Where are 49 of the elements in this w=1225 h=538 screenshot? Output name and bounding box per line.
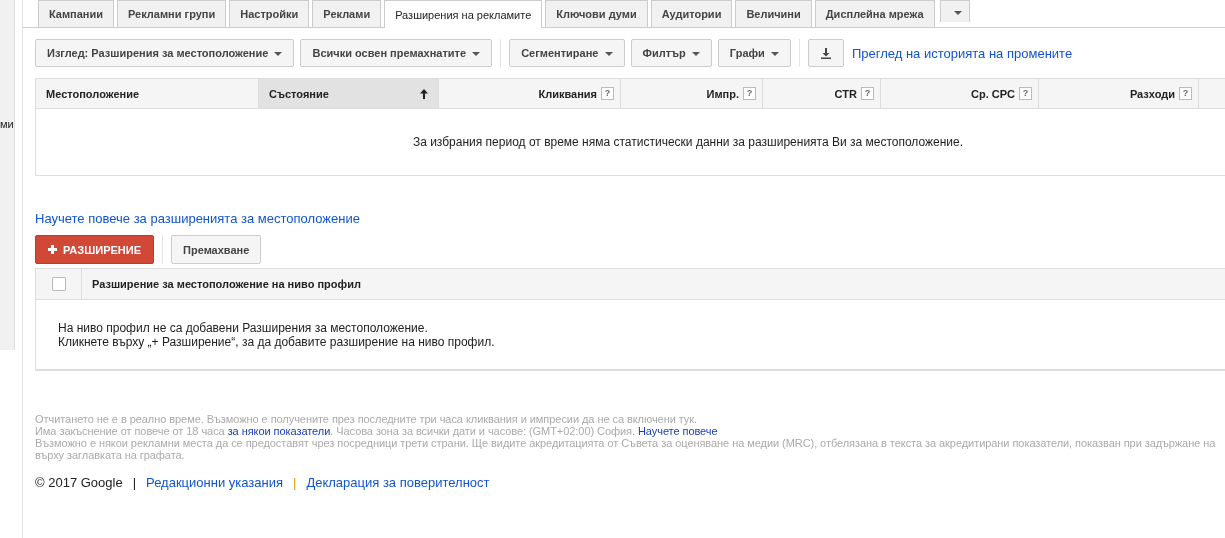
footer-link[interactable]: Декларация за поверителност (306, 475, 490, 490)
empty-message: Кликнете върху „+ Разширение“, за да добавите разширение на ниво профил. (58, 335, 496, 349)
column-header[interactable]: Разходи ? (1039, 79, 1199, 108)
tab[interactable]: Ключови думи (545, 0, 648, 27)
tab[interactable]: Настройки (229, 0, 310, 27)
separator-text: | (132, 475, 137, 490)
note-text: Има закъснение от повече от 18 часа за някои показатели. Часова зона за всички дати и часове: (GMT+02:00) София. Научете повече (35, 425, 719, 437)
empty-message: За избрания период от време няма статистически данни за разширенията Ви за местоположение. (411, 134, 965, 151)
column-header[interactable]: CTR ? (763, 79, 881, 108)
column-header[interactable]: Импр. ? (621, 79, 763, 108)
copyright-text: © 2017 Google (35, 475, 123, 490)
dropdown-button[interactable]: Всички освен премахнатите (300, 39, 493, 67)
help-icon[interactable]: ? (861, 87, 874, 100)
tab[interactable]: Разширения на рекламите (384, 0, 543, 28)
column-header[interactable]: Състояние (259, 79, 439, 108)
learn-more-link[interactable]: Научете повече за разширенията за местоположение (35, 211, 360, 226)
help-icon[interactable]: ? (1019, 87, 1032, 100)
help-icon[interactable]: ? (601, 87, 614, 100)
tab[interactable]: Аудитории (650, 0, 733, 27)
dropdown-button[interactable]: Филтър (630, 39, 712, 67)
dropdown-button[interactable]: Графи (717, 39, 791, 67)
dropdown-button[interactable]: Сегментиране (509, 39, 625, 67)
remove-button[interactable]: Премахване (171, 235, 262, 264)
download-button[interactable] (807, 39, 844, 67)
download-icon (819, 47, 832, 59)
tab[interactable]: Рекламни групи (117, 0, 227, 27)
tab[interactable]: Величини (735, 0, 812, 27)
help-icon[interactable]: ? (1179, 87, 1192, 100)
column-header[interactable]: Ср. CPC ? (881, 79, 1039, 108)
tab[interactable]: Реклами (312, 0, 382, 27)
note-text: Отчитането не е в реално време. Възможно е получените през последните три часа кликвания и импресии да не са включени тук. (35, 413, 699, 425)
tab[interactable]: Кампании (38, 0, 115, 27)
more-tabs-button[interactable] (939, 0, 970, 22)
add-extension-button[interactable]: РАЗШИРЕНИЕ (35, 235, 155, 264)
empty-message: На ниво профил не са добавени Разширения за местоположение. (58, 321, 429, 335)
learn-more-link[interactable]: Научете повече (637, 425, 718, 437)
plus-icon (48, 245, 57, 254)
sidebar-text: ми (0, 118, 14, 130)
help-icon[interactable]: ? (743, 87, 756, 100)
dropdown-button[interactable]: Изглед: Разширения за местоположение (35, 39, 295, 67)
separator-text: | (293, 475, 297, 490)
select-all-checkbox[interactable] (51, 277, 66, 291)
sort-arrow-icon (420, 88, 428, 99)
tab[interactable]: Дисплейна мрежа (814, 0, 935, 27)
footer-link[interactable]: Редакционни указания (146, 475, 283, 490)
column-header[interactable]: Кликвания ? (439, 79, 621, 108)
history-link[interactable]: Преглед на историята на промените (851, 45, 1073, 61)
note-text: Възможно е някои рекламни места да се предоставят чрез посредници трети страни. Ще видите акредитацията от Съвета за оценяване на медии (MRC), отбелязана в текста за акредитирани показатели, показван при задържане на (35, 437, 1217, 449)
note-text: върху заглавката на графата. (35, 449, 186, 461)
